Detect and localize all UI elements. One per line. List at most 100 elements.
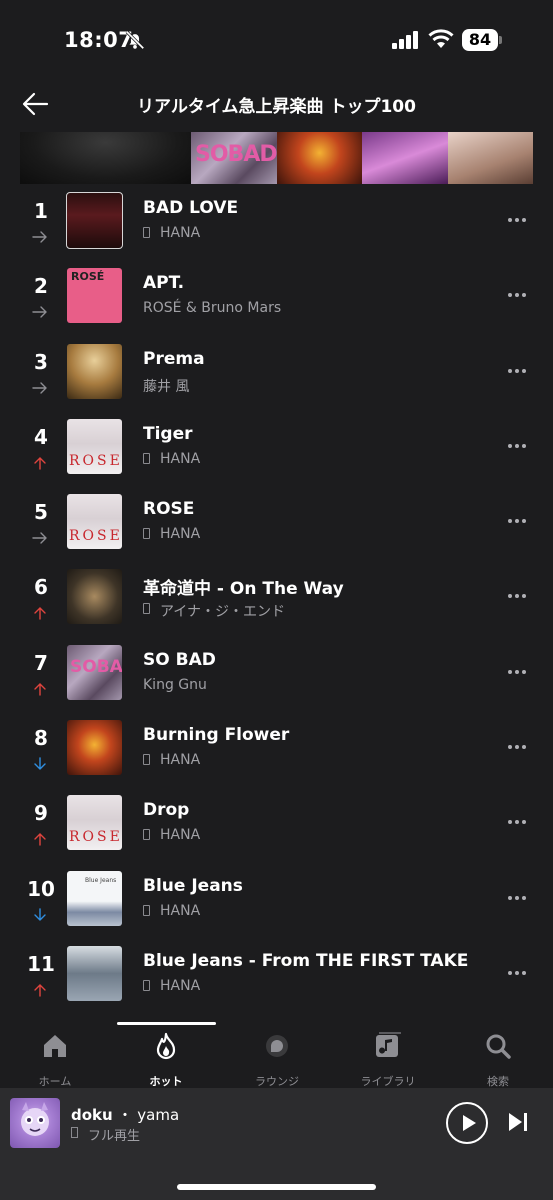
now-playing-subtitle: フル再生 [88,1129,141,1144]
device-icon [143,227,150,238]
more-options-icon[interactable] [505,509,529,533]
song-row[interactable]: 9 ROSE Drop HANA [0,786,553,861]
banner-artwork [448,132,533,184]
banner-artwork-text: SOBAD [195,142,278,167]
song-title: Tiger [143,423,193,444]
trend-up-icon [34,683,46,696]
more-options-icon[interactable] [505,810,529,834]
song-row[interactable]: 2 ROSÉ APT. ROSÉ & Bruno Mars [0,259,553,334]
tab-search[interactable]: 検索 [443,1028,553,1088]
rank-number: 1 [34,199,48,223]
tab-home[interactable]: ホーム [0,1028,110,1088]
trend-up-icon [34,984,46,997]
rank-number: 4 [34,424,48,449]
bell-off-icon [125,30,145,50]
mini-player[interactable]: doku ・ yama フル再生 [0,1088,553,1200]
song-artist: 藤井 風 [143,378,190,395]
song-artist: HANA [160,526,201,543]
now-playing-artist: yama [137,1106,180,1124]
song-row[interactable]: 11 Blue Jeans - From THE FIRST TAKE HANA [0,937,553,1012]
trend-same-icon [32,306,47,318]
song-list: 1 BAD LOVE HANA 2 ROSÉ APT. ROSÉ & Bruno Mars 3… [0,184,553,1012]
album-artwork-text: ROSE [69,528,122,545]
song-row[interactable]: 5 ROSE ROSE HANA [0,485,553,560]
song-row[interactable]: 4 ROSE Tiger HANA [0,410,553,485]
trend-same-icon [32,532,47,544]
song-title: SO BAD [143,649,216,670]
skip-next-icon[interactable] [505,1109,531,1135]
trend-up-icon [34,607,46,621]
more-options-icon[interactable] [505,886,529,910]
tab-lounge[interactable]: ラウンジ [222,1028,332,1088]
trend-same-icon [32,381,47,394]
device-icon [143,979,150,991]
song-row[interactable]: 6 革命道中 - On The Way アイナ・ジ・エンド [0,560,553,635]
album-artwork [67,720,122,776]
song-artist: HANA [160,827,201,844]
album-artwork [67,945,122,1001]
rank-number: 2 [34,274,48,299]
home-indicator [177,1184,376,1190]
banner-artwork [20,132,191,184]
wifi-icon [428,29,454,48]
flame-icon [156,1032,176,1060]
song-row[interactable]: 3 Prema 藤井 風 [0,335,553,410]
more-options-icon[interactable] [505,283,529,307]
more-options-icon[interactable] [505,359,529,383]
more-options-icon[interactable] [505,961,529,985]
album-artwork: ROSÉ [67,268,122,324]
song-title: Blue Jeans - From THE FIRST TAKE [143,950,469,971]
tab-label: 検索 [487,1075,509,1088]
tab-hot[interactable]: ホット [111,1028,221,1088]
song-title: ROSE [143,499,195,520]
song-row[interactable]: 8 Burning Flower HANA [0,711,553,786]
play-icon [463,1115,476,1131]
song-row[interactable]: 7 SOBAD SO BAD King Gnu [0,636,553,711]
now-playing-title[interactable]: doku ・ yama [71,1104,179,1125]
play-button[interactable] [446,1102,488,1144]
trend-up-icon [34,833,46,847]
album-artwork: SOBAD [67,644,122,700]
rank-number: 7 [34,650,48,675]
more-options-icon[interactable] [505,735,529,759]
now-playing-artwork[interactable] [10,1098,60,1148]
tab-label: ラウンジ [255,1075,299,1088]
song-artist: HANA [160,450,201,467]
trend-same-icon [32,231,47,243]
song-row[interactable]: 1 BAD LOVE HANA [0,184,553,259]
album-artwork: ROSE [67,494,122,550]
rank-number: 6 [34,575,48,600]
now-playing-song: doku [71,1106,113,1124]
now-playing-separator: ・ [117,1106,133,1124]
trend-up-icon [34,457,46,470]
device-icon [143,754,150,766]
status-time: 18:07 [64,28,134,52]
device-icon [71,1127,78,1138]
tab-label: ホット [149,1075,183,1088]
song-title: Prema [143,348,205,369]
rank-number: 8 [34,726,48,751]
battery-level: 84 [462,29,498,51]
home-icon [44,1035,66,1057]
more-options-icon[interactable] [505,434,529,458]
song-row[interactable]: 10 Blue Jeans Blue Jeans HANA [0,862,553,937]
song-artist: HANA [160,977,201,994]
song-title: 革命道中 - On The Way [143,579,344,600]
song-artist: HANA [160,225,201,241]
trend-down-icon [34,907,46,921]
device-icon [143,904,150,916]
song-artist: HANA [160,902,201,919]
rank-number: 9 [34,801,48,826]
banner-artwork [362,132,448,184]
more-options-icon[interactable] [505,584,529,608]
battery-tip [499,36,502,44]
music-library-icon [376,1032,401,1057]
more-options-icon[interactable] [505,208,529,232]
album-artwork [66,192,123,249]
tab-library[interactable]: ライブラリ [333,1028,443,1088]
more-options-icon[interactable] [505,660,529,684]
device-icon [143,829,150,841]
character-artwork [21,1102,49,1136]
song-title: Blue Jeans [143,875,243,896]
signal-icon [392,31,418,49]
